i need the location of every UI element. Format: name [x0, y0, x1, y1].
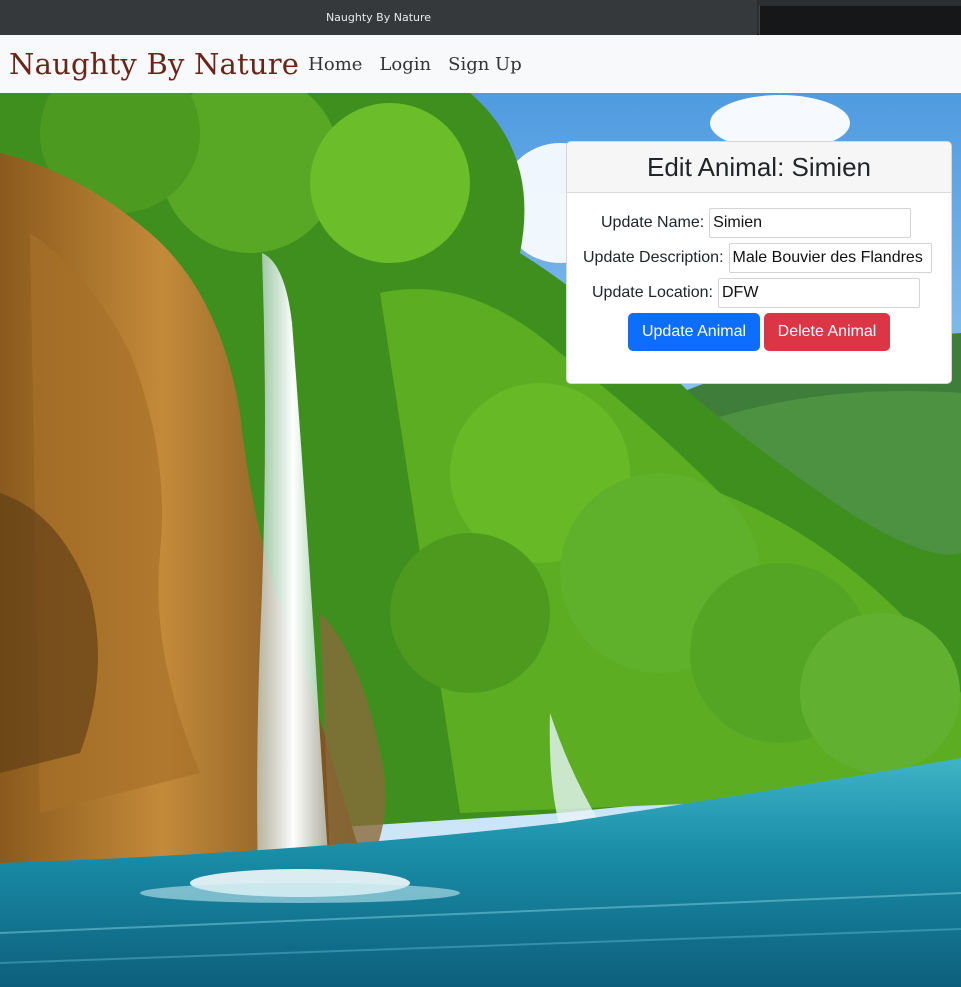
form-row-location: Update Location:	[592, 278, 920, 308]
window-title: Naughty By Nature	[325, 11, 432, 24]
brand-logo-link[interactable]: Naughty By Nature	[9, 47, 299, 81]
update-animal-button[interactable]: Update Animal	[628, 313, 760, 351]
inactive-tab[interactable]	[759, 6, 961, 35]
window-titlebar: Naughty By Nature	[0, 0, 961, 35]
delete-animal-button[interactable]: Delete Animal	[764, 313, 890, 351]
location-label: Update Location:	[592, 284, 713, 301]
location-input[interactable]	[717, 278, 920, 308]
description-label: Update Description:	[583, 249, 724, 266]
active-tab[interactable]: Naughty By Nature	[0, 0, 757, 35]
name-input[interactable]	[709, 208, 912, 238]
form-row-description: Update Description:	[583, 243, 932, 273]
edit-animal-card: Edit Animal: Simien Update Name: Update …	[566, 141, 952, 384]
nav-link-signup[interactable]: Sign Up	[448, 54, 522, 75]
nav-link-login[interactable]: Login	[379, 54, 431, 75]
navbar: Naughty By Nature Home Login Sign Up	[0, 35, 961, 93]
nav-link-home[interactable]: Home	[308, 54, 362, 75]
card-header: Edit Animal: Simien	[567, 142, 951, 193]
name-label: Update Name:	[601, 214, 705, 231]
form-row-name: Update Name:	[601, 208, 912, 238]
card-title: Edit Animal: Simien	[647, 151, 871, 182]
description-input[interactable]	[728, 243, 932, 273]
